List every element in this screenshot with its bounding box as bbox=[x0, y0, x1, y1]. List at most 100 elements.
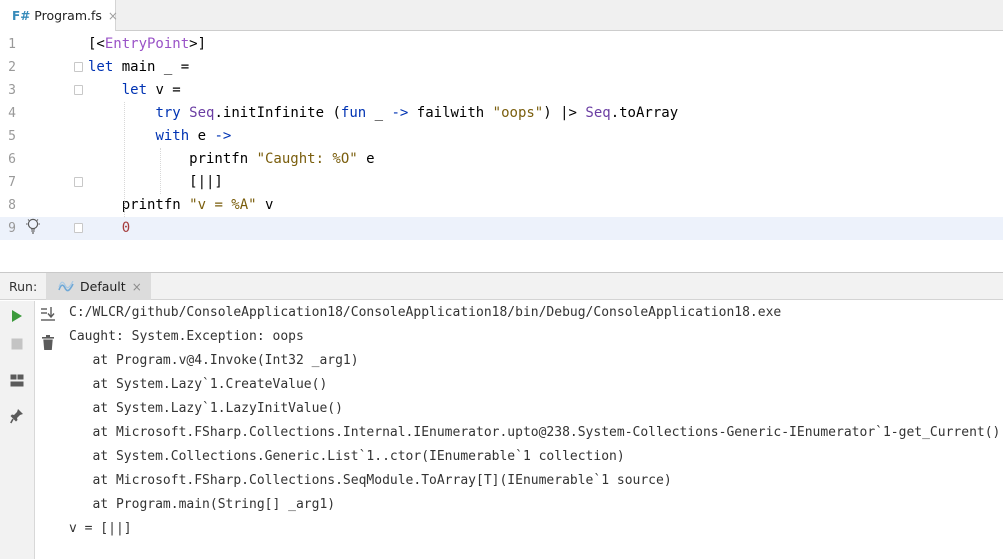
code-line[interactable]: 6 printfn "Caught: %O" e bbox=[0, 148, 1003, 171]
line-number: 2 bbox=[8, 60, 16, 75]
code-line[interactable]: 8 printfn "v = %A" v bbox=[0, 194, 1003, 217]
code-line[interactable]: 5 with e -> bbox=[0, 125, 1003, 148]
code-text: [<EntryPoint>] bbox=[88, 33, 206, 56]
code-token: e bbox=[357, 151, 375, 167]
code-text: with e -> bbox=[88, 125, 231, 148]
code-token: .toArray bbox=[610, 105, 679, 121]
console-line: Caught: System.Exception: oops bbox=[69, 329, 304, 344]
code-token: e bbox=[189, 128, 215, 144]
trash-icon bbox=[42, 334, 54, 350]
fold-marker-icon[interactable] bbox=[74, 62, 83, 72]
line-number: 3 bbox=[8, 83, 16, 98]
code-token: main _ = bbox=[113, 59, 190, 75]
fold-marker-icon[interactable] bbox=[74, 177, 83, 187]
line-number: 9 bbox=[8, 221, 16, 236]
close-tab-icon[interactable]: × bbox=[108, 9, 118, 23]
line-number: 5 bbox=[8, 129, 16, 144]
code-token: -> bbox=[391, 105, 409, 121]
fold-marker-icon[interactable] bbox=[74, 85, 83, 95]
run-icon bbox=[12, 310, 22, 322]
lightbulb-icon[interactable] bbox=[25, 218, 41, 236]
code-token: EntryPoint bbox=[104, 36, 190, 52]
code-token: printfn bbox=[88, 151, 257, 167]
clear-all-button[interactable] bbox=[38, 332, 58, 352]
code-text: try Seq.initInfinite (fun _ -> failwith … bbox=[88, 102, 678, 125]
run-toolbar-secondary bbox=[35, 301, 62, 559]
line-number: 1 bbox=[8, 37, 16, 52]
code-line[interactable]: 4 try Seq.initInfinite (fun _ -> failwit… bbox=[0, 102, 1003, 125]
code-text: printfn "Caught: %O" e bbox=[88, 148, 375, 171]
console-line: v = [||] bbox=[69, 521, 132, 536]
close-run-tab-icon[interactable]: × bbox=[132, 280, 142, 294]
code-text: 0 bbox=[88, 217, 130, 240]
line-number: 7 bbox=[8, 175, 16, 190]
scroll-to-end-button[interactable] bbox=[38, 304, 58, 324]
code-token: with bbox=[155, 128, 190, 144]
console-line: at Microsoft.FSharp.Collections.Internal… bbox=[69, 425, 1001, 440]
code-line[interactable]: 1 [<EntryPoint>] bbox=[0, 33, 1003, 56]
indent-guide bbox=[160, 148, 161, 194]
editor-tab-bar: F# Program.fs × bbox=[0, 0, 1003, 31]
code-token: Seq bbox=[585, 105, 611, 121]
run-panel-title: Run: bbox=[9, 279, 38, 294]
code-token: 0 bbox=[121, 220, 131, 236]
stop-icon bbox=[11, 338, 23, 350]
code-editor[interactable]: 1 [<EntryPoint>] 2 let main _ = 3 let v = 4 t… bbox=[0, 32, 1003, 271]
run-tab-label: Default bbox=[80, 279, 126, 294]
code-line[interactable]: 9 0 bbox=[0, 217, 1003, 240]
code-token: let bbox=[88, 59, 114, 75]
code-text: let v = bbox=[88, 79, 181, 102]
pin-tab-button[interactable] bbox=[7, 406, 27, 426]
code-token: printfn bbox=[88, 197, 190, 213]
fsharp-file-icon: F# bbox=[12, 8, 31, 23]
code-token: Seq bbox=[189, 105, 215, 121]
code-token: v bbox=[256, 197, 274, 213]
code-token: "v = %A" bbox=[189, 197, 257, 213]
console-line: at System.Lazy`1.CreateValue() bbox=[69, 377, 328, 392]
code-text: [||] bbox=[88, 171, 223, 194]
code-text: printfn "v = %A" v bbox=[88, 194, 274, 217]
code-token: failwith bbox=[408, 105, 493, 121]
console-line: at System.Collections.Generic.List`1..ct… bbox=[69, 449, 625, 464]
fold-marker-icon[interactable] bbox=[74, 223, 83, 233]
code-token: _ bbox=[366, 105, 392, 121]
indent-guide bbox=[124, 102, 125, 217]
editor-tab-label: Program.fs bbox=[34, 8, 102, 23]
code-text: let main _ = bbox=[88, 56, 189, 79]
console-line: at Program.main(String[] _arg1) bbox=[69, 497, 336, 512]
run-toolbar bbox=[0, 301, 35, 559]
code-token: -> bbox=[214, 128, 232, 144]
layout-button[interactable] bbox=[7, 370, 27, 390]
run-panel-header: Run: Default × bbox=[0, 272, 1003, 300]
pin-icon bbox=[10, 409, 23, 424]
code-token: .initInfinite ( bbox=[214, 105, 341, 121]
code-token: ) |> bbox=[543, 105, 586, 121]
console-line: at Program.v@4.Invoke(Int32 _arg1) bbox=[69, 353, 359, 368]
code-token: try bbox=[155, 105, 181, 121]
code-line[interactable]: 2 let main _ = bbox=[0, 56, 1003, 79]
editor-tab-program-fs[interactable]: F# Program.fs × bbox=[0, 0, 118, 31]
code-line[interactable]: 7 [||] bbox=[0, 171, 1003, 194]
run-tab-default[interactable]: Default × bbox=[46, 273, 151, 300]
scroll-to-end-icon bbox=[41, 307, 55, 321]
code-line[interactable]: 3 let v = bbox=[0, 79, 1003, 102]
rerun-button[interactable] bbox=[7, 306, 27, 326]
console-line: at System.Lazy`1.LazyInitValue() bbox=[69, 401, 343, 416]
code-token: [< bbox=[88, 36, 105, 52]
console-line: at Microsoft.FSharp.Collections.SeqModul… bbox=[69, 473, 672, 488]
stop-button[interactable] bbox=[7, 334, 27, 354]
line-number: 4 bbox=[8, 106, 16, 121]
layout-icon bbox=[10, 374, 24, 386]
run-config-icon bbox=[58, 280, 74, 291]
run-console-output[interactable]: C:/WLCR/github/ConsoleApplication18/Cons… bbox=[62, 301, 1003, 559]
code-token: v = bbox=[147, 82, 181, 98]
code-token: let bbox=[121, 82, 148, 98]
code-token: >] bbox=[189, 36, 207, 52]
line-number: 6 bbox=[8, 152, 16, 167]
code-token: "Caught: %O" bbox=[256, 151, 358, 167]
